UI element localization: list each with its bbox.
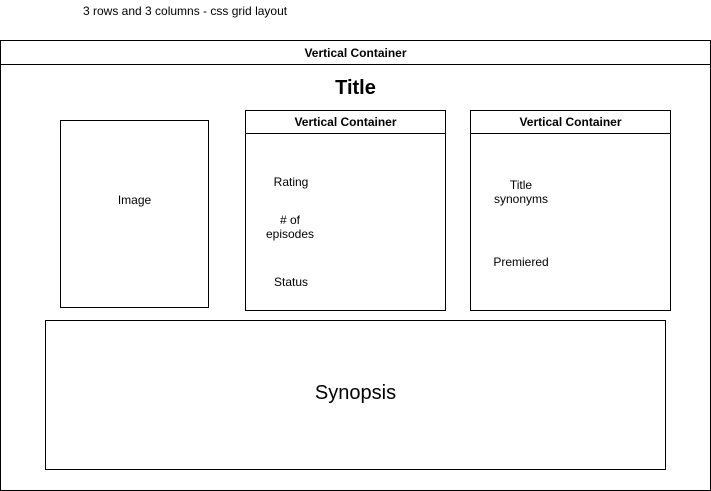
episodes-label: # of episodes — [265, 213, 315, 241]
diagram-caption: 3 rows and 3 columns - css grid layout — [83, 4, 288, 18]
synopsis-label: Synopsis — [314, 382, 397, 404]
synopsis-box: Synopsis — [45, 320, 666, 470]
premiered-label: Premiered — [493, 255, 549, 269]
middle-container-header: Vertical Container — [246, 111, 445, 134]
image-box: Image — [60, 120, 209, 308]
status-label: Status — [273, 275, 309, 289]
right-container-header: Vertical Container — [471, 111, 670, 134]
title-synonyms-label: Title synonyms — [493, 178, 549, 206]
rating-label: Rating — [273, 175, 309, 189]
right-vertical-container: Vertical Container Title synonyms Premie… — [470, 110, 671, 311]
title-label: Title — [335, 77, 376, 99]
image-label: Image — [117, 193, 152, 207]
outer-container-header: Vertical Container — [1, 41, 710, 65]
middle-vertical-container: Vertical Container Rating # of episodes … — [245, 110, 446, 311]
